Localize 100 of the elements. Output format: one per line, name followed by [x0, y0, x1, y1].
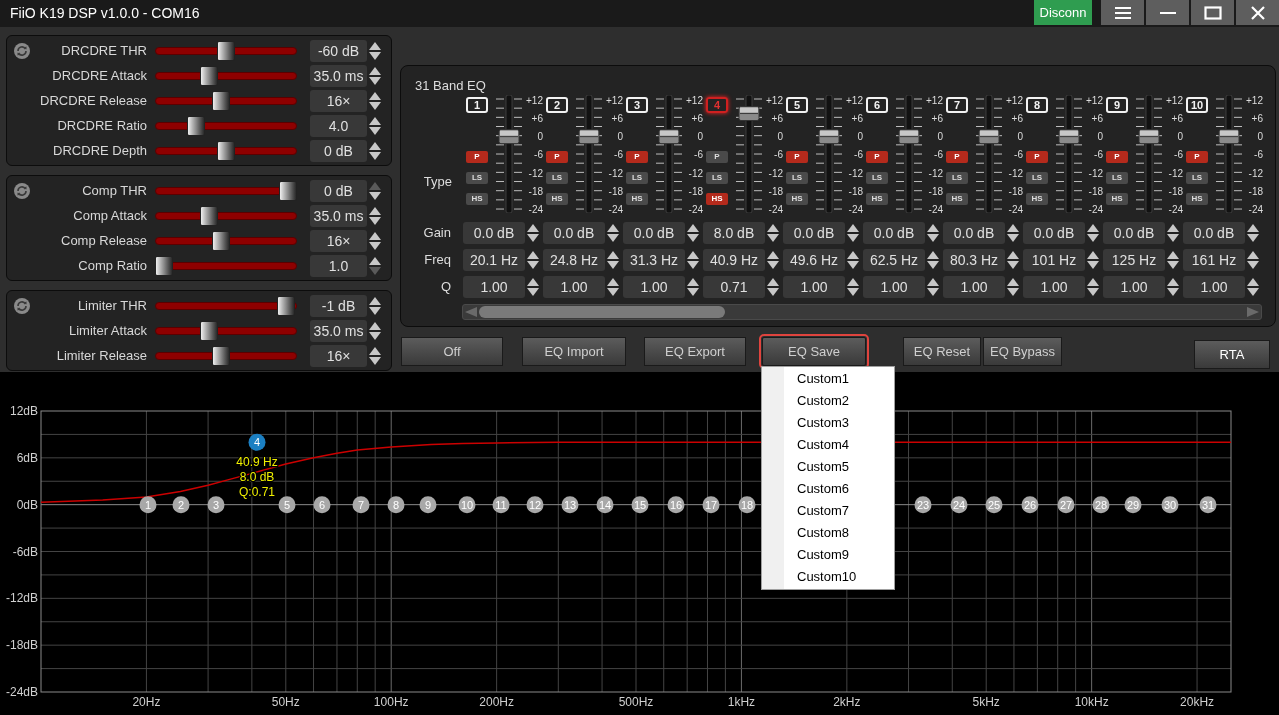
freq-field[interactable]: 62.5 Hz — [863, 249, 925, 271]
decrement-arrow[interactable] — [607, 261, 619, 269]
decrement-arrow[interactable] — [927, 234, 939, 242]
q-field[interactable]: 1.00 — [783, 276, 845, 298]
menu-item[interactable]: Custom5 — [762, 456, 894, 478]
freq-field[interactable]: 101 Hz — [1023, 249, 1085, 271]
slider-thumb[interactable] — [978, 129, 1000, 145]
increment-arrow[interactable] — [369, 321, 381, 330]
gain-slider[interactable] — [1056, 95, 1082, 213]
decrement-arrow[interactable] — [927, 261, 939, 269]
decrement-arrow[interactable] — [767, 288, 779, 296]
decrement-arrow[interactable] — [1087, 261, 1099, 269]
increment-arrow[interactable] — [767, 224, 779, 232]
toolbar-button[interactable]: EQ Save — [762, 337, 866, 366]
decrement-arrow[interactable] — [1087, 234, 1099, 242]
increment-arrow[interactable] — [687, 278, 699, 286]
toolbar-button[interactable]: Off — [401, 337, 503, 366]
band-number[interactable]: 5 — [786, 97, 808, 113]
decrement-arrow[interactable] — [687, 288, 699, 296]
filter-type-button[interactable]: P — [466, 151, 488, 163]
increment-arrow[interactable] — [927, 224, 939, 232]
toolbar-button[interactable]: RTA — [1194, 340, 1270, 369]
filter-type-button[interactable]: HS — [546, 193, 568, 205]
filter-type-button[interactable]: HS — [466, 193, 488, 205]
increment-arrow[interactable] — [687, 251, 699, 259]
decrement-arrow[interactable] — [687, 261, 699, 269]
slider[interactable] — [155, 140, 297, 161]
slider-thumb[interactable] — [199, 65, 218, 86]
slider-thumb[interactable] — [276, 295, 295, 316]
value-field[interactable]: 0 dB — [310, 139, 367, 162]
increment-arrow[interactable] — [607, 224, 619, 232]
increment-arrow[interactable] — [927, 251, 939, 259]
filter-type-button[interactable]: LS — [546, 172, 568, 184]
decrement-arrow[interactable] — [1007, 261, 1019, 269]
band-number[interactable]: 1 — [466, 97, 488, 113]
increment-arrow[interactable] — [369, 206, 381, 215]
slider-thumb[interactable] — [898, 129, 920, 145]
decrement-arrow[interactable] — [1167, 288, 1179, 296]
gain-slider[interactable] — [1136, 95, 1162, 213]
gain-slider[interactable] — [576, 95, 602, 213]
slider[interactable] — [155, 180, 297, 201]
slider-thumb[interactable] — [498, 129, 520, 145]
increment-arrow[interactable] — [1007, 278, 1019, 286]
gain-field[interactable]: 0.0 dB — [463, 222, 525, 244]
menu-item[interactable]: Custom2 — [762, 390, 894, 412]
slider-thumb[interactable] — [1138, 129, 1160, 145]
scrollbar-thumb[interactable] — [479, 306, 725, 318]
q-field[interactable]: 1.00 — [943, 276, 1005, 298]
filter-type-button[interactable]: HS — [946, 193, 968, 205]
decrement-arrow[interactable] — [369, 241, 381, 250]
menu-item[interactable]: Custom7 — [762, 500, 894, 522]
decrement-arrow[interactable] — [369, 356, 381, 365]
filter-type-button[interactable]: P — [706, 151, 728, 163]
increment-arrow[interactable] — [1167, 224, 1179, 232]
band-number[interactable]: 2 — [546, 97, 568, 113]
freq-field[interactable]: 40.9 Hz — [703, 249, 765, 271]
increment-arrow[interactable] — [527, 251, 539, 259]
filter-type-button[interactable]: LS — [466, 172, 488, 184]
slider-thumb[interactable] — [658, 129, 680, 145]
decrement-arrow[interactable] — [527, 234, 539, 242]
filter-type-button[interactable]: HS — [786, 193, 808, 205]
filter-type-button[interactable]: HS — [626, 193, 648, 205]
value-field[interactable]: 35.0 ms — [310, 319, 367, 342]
refresh-icon[interactable] — [14, 297, 30, 314]
slider-thumb[interactable] — [1218, 129, 1240, 145]
increment-arrow[interactable] — [847, 278, 859, 286]
gain-field[interactable]: 0.0 dB — [1183, 222, 1245, 244]
decrement-arrow[interactable] — [369, 306, 381, 315]
gain-slider[interactable] — [976, 95, 1002, 213]
increment-arrow[interactable] — [369, 231, 381, 240]
increment-arrow[interactable] — [369, 256, 381, 265]
gain-slider[interactable] — [896, 95, 922, 213]
decrement-arrow[interactable] — [1167, 234, 1179, 242]
increment-arrow[interactable] — [369, 296, 381, 305]
decrement-arrow[interactable] — [369, 126, 381, 135]
decrement-arrow[interactable] — [767, 234, 779, 242]
q-field[interactable]: 1.00 — [1183, 276, 1245, 298]
increment-arrow[interactable] — [1007, 251, 1019, 259]
freq-field[interactable]: 80.3 Hz — [943, 249, 1005, 271]
gain-slider[interactable] — [736, 95, 762, 213]
value-field[interactable]: 16× — [310, 89, 367, 112]
gain-slider[interactable] — [496, 95, 522, 213]
slider-thumb[interactable] — [738, 106, 760, 122]
decrement-arrow[interactable] — [369, 76, 381, 85]
gain-field[interactable]: 0.0 dB — [943, 222, 1005, 244]
slider-thumb[interactable] — [1058, 129, 1080, 145]
filter-type-button[interactable]: P — [1026, 151, 1048, 163]
increment-arrow[interactable] — [1167, 278, 1179, 286]
q-field[interactable]: 1.00 — [1023, 276, 1085, 298]
decrement-arrow[interactable] — [927, 288, 939, 296]
slider-thumb[interactable] — [155, 255, 173, 276]
slider-thumb[interactable] — [279, 180, 297, 201]
gain-field[interactable]: 0.0 dB — [1023, 222, 1085, 244]
decrement-arrow[interactable] — [527, 261, 539, 269]
slider[interactable] — [155, 320, 297, 341]
filter-type-button[interactable]: LS — [786, 172, 808, 184]
filter-type-button[interactable]: HS — [1106, 193, 1128, 205]
gain-field[interactable]: 0.0 dB — [783, 222, 845, 244]
value-field[interactable]: -60 dB — [310, 39, 367, 62]
filter-type-button[interactable]: LS — [946, 172, 968, 184]
